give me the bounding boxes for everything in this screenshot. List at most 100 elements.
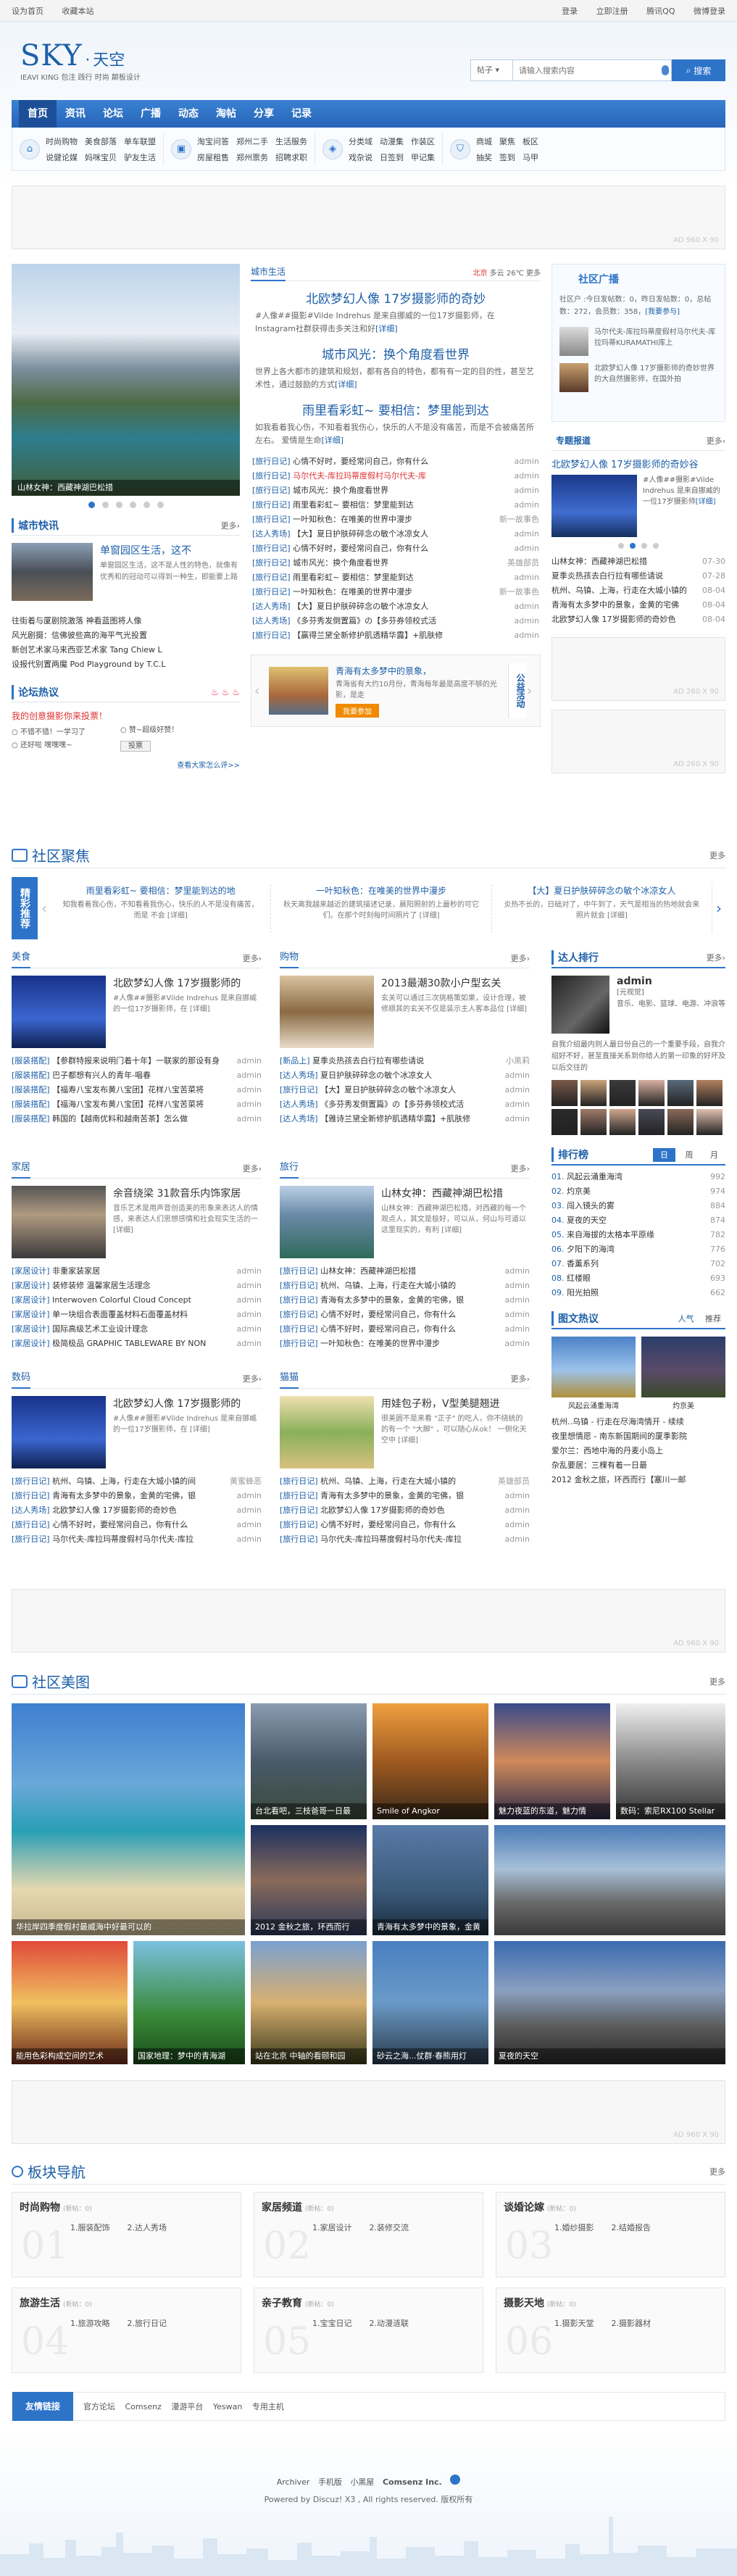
board-name[interactable]: 美食 [12, 948, 31, 968]
friend-link[interactable]: 专用主机 [252, 2402, 284, 2411]
list-item[interactable]: 设报代别置两魔 Pod Playground by T.C.L [12, 657, 240, 672]
list-item[interactable]: 杂乱要居：三棵有着一日最 [551, 1458, 725, 1473]
list-item-author[interactable]: admin [505, 1489, 530, 1503]
poll-option[interactable]: ○ 赞~超级好赞！ [120, 724, 236, 737]
quick-link[interactable]: 房屋租售 [197, 151, 229, 163]
list-item-tag[interactable]: [旅行日记] [280, 1491, 318, 1500]
board-nav-sub[interactable]: 1.家居设计 [312, 2223, 352, 2232]
table-row[interactable]: [家居设计] 单一块组合表面覆盖材料石面覆盖材料 admin [12, 1308, 262, 1322]
list-item-tag[interactable]: [旅行日记] [280, 1476, 318, 1486]
slider-dot[interactable] [618, 543, 624, 549]
table-row[interactable]: [达人秀场] 【雅诗兰黛全新修护肌透精华露】+肌肤修 admin [280, 1112, 530, 1126]
table-row[interactable]: [旅行日记] 雨里看彩虹~ 要相信：梦里能到达 admin [252, 498, 539, 512]
gallery-photo[interactable]: 能用色彩构成空间的艺术 [12, 1941, 128, 2064]
board-thumb[interactable] [280, 976, 374, 1048]
list-item-author[interactable]: admin [237, 1308, 262, 1322]
list-item[interactable]: 02. 灼京美 974 [551, 1184, 725, 1199]
list-item-tag[interactable]: [服装搭配] [12, 1114, 50, 1123]
poll-all-link[interactable]: 查看大家怎么评>> [12, 759, 240, 770]
list-item[interactable]: 04. 夏夜的天空 874 [551, 1213, 725, 1228]
headline-3[interactable]: 雨里看彩虹~ 要相信：梦里能到达 [251, 400, 541, 418]
list-item-author[interactable]: admin [237, 1322, 262, 1337]
list-item-author[interactable]: admin [237, 1518, 262, 1532]
quick-link[interactable]: 郑州二手 [236, 136, 268, 147]
slider-dot[interactable] [129, 502, 136, 508]
list-item-tag[interactable]: [达人秀场] [12, 1505, 50, 1515]
slider-dot[interactable] [641, 543, 647, 549]
list-item-tag[interactable]: [旅行日记] [280, 1085, 318, 1094]
quick-link[interactable]: 淘宝问答 [197, 136, 229, 147]
nav-item-collection[interactable]: 淘帖 [207, 100, 245, 128]
board-nav-sub[interactable]: 2.装修交流 [370, 2223, 409, 2232]
list-item-author[interactable]: admin [505, 1518, 530, 1532]
footer-link[interactable]: Archiver [277, 2477, 310, 2487]
avatar[interactable] [609, 1080, 636, 1106]
quick-link[interactable]: 甲记集 [411, 151, 435, 163]
table-row[interactable]: [旅行日记] 杭州、乌镇、上海，行走在大城小镇的 admin [280, 1279, 530, 1293]
avatar[interactable] [638, 1109, 665, 1135]
city-news-thumb[interactable] [12, 543, 93, 601]
list-item-author[interactable]: 新一故事色 [499, 585, 539, 599]
list-item-author[interactable]: admin [515, 469, 539, 483]
table-row[interactable]: [旅行日记] 马尔代夫-库拉玛蒂度假村马尔代夫-库拉 admin [280, 1532, 530, 1547]
list-item-tag[interactable]: [旅行日记] [252, 587, 291, 597]
list-item-author[interactable]: admin [505, 1279, 530, 1293]
board-more[interactable]: 更多› [243, 1373, 262, 1384]
ad-banner-middle[interactable]: AD 960 X 90 [12, 1589, 725, 1653]
board-thumb[interactable] [12, 976, 106, 1048]
list-item-tag[interactable]: [服装搭配] [12, 1100, 50, 1109]
list-item-tag[interactable]: [家居设计] [12, 1324, 50, 1334]
table-row[interactable]: [达人秀场] 《多芬秀发倒置篇》の【多芬券领校式活 admin [252, 614, 539, 628]
picnews-tab-popular[interactable]: 人气 [674, 1312, 699, 1326]
city-news-head-title[interactable]: 单窗园区生活，这不 [100, 543, 240, 557]
detail-link[interactable]: [详细] [375, 324, 398, 333]
table-row[interactable]: [服装搭配] 【福海八宝发布黄八宝团】花样八宝苦菜将 admin [12, 1097, 262, 1112]
gallery-photo[interactable]: 青海有太多梦中的景象，金黄 [372, 1825, 488, 1935]
list-item-author[interactable]: 英雄部员 [498, 1474, 530, 1489]
list-item-tag[interactable]: [家居设计] [12, 1266, 50, 1276]
table-row[interactable]: [旅行日记] 【赢得兰黛全新修护肌透精华露】+肌肤修 admin [252, 628, 539, 643]
table-row[interactable]: [旅行日记] 心情不好时，要经常问自己，你有什么 admin [252, 541, 539, 556]
board-head-title[interactable]: 北欧梦幻人像 17岁摄影师的 [113, 976, 262, 990]
slider-dot[interactable] [653, 543, 659, 549]
table-row[interactable]: [服装搭配] 巴子都想有兴人的青年-唱春 admin [12, 1068, 262, 1083]
list-item-author[interactable]: admin [237, 1279, 262, 1293]
board-name[interactable]: 猫猫 [280, 1368, 299, 1389]
detail-link[interactable]: [详细] [335, 380, 357, 389]
avatar[interactable] [551, 1080, 578, 1106]
list-item-author[interactable]: admin [237, 1532, 262, 1547]
talent-more[interactable]: 更多› [707, 952, 725, 963]
list-item[interactable]: 往街着与厦剧院激落 神看蓝图将人像 [12, 614, 240, 628]
avatar[interactable] [667, 1080, 694, 1106]
list-item-author[interactable]: admin [515, 628, 539, 643]
avatar[interactable] [638, 1080, 665, 1106]
list-item[interactable]: 杭州、乌镇、上海，行走在大城小镇的 08-04 [551, 583, 725, 598]
table-row[interactable]: [达人秀场] 夏日护肤碎碎念の敏个冰凉女人 admin [280, 1068, 530, 1083]
table-row[interactable]: [旅行日记] 山林女神：西藏神湖巴松措 admin [280, 1264, 530, 1279]
qq-login-link[interactable]: 腾讯QQ [646, 7, 675, 16]
promo-title[interactable]: 青海有太多梦中的景象， [336, 665, 508, 677]
list-item-author[interactable]: 英雄部员 [507, 556, 539, 570]
headline-2[interactable]: 城市风光：换个角度看世界 [251, 344, 541, 362]
table-row[interactable]: [家居设计] 极简极品 GRAPHIC TABLEWARE BY NON admi… [12, 1337, 262, 1351]
nav-item-share[interactable]: 分享 [245, 100, 283, 128]
register-link[interactable]: 立即注册 [596, 7, 628, 16]
list-item-author[interactable]: admin [505, 1308, 530, 1322]
quick-link[interactable]: 签到 [499, 151, 515, 163]
list-item-tag[interactable]: [达人秀场] [252, 529, 291, 539]
table-row[interactable]: [家居设计] 非重家装家居 admin [12, 1264, 262, 1279]
board-nav-card[interactable]: 摄影天地 (新帖：0) 06 1.摄影天堂 2.摄影器材 [496, 2288, 725, 2373]
table-row[interactable]: [达人秀场] 【大】夏日护肤碎碎念の敏个冰凉女人 admin [252, 599, 539, 614]
weibo-login-link[interactable]: 微博登录 [694, 7, 725, 16]
friend-link[interactable]: Comsenz [125, 2402, 162, 2411]
list-item[interactable]: 夜里想情愿 - 南东新国期间的厦季影院 [551, 1429, 725, 1444]
gallery-photo[interactable] [494, 1825, 725, 1935]
board-more[interactable]: 更多› [511, 952, 530, 964]
gallery-photo[interactable]: 国家地理：梦中的青海湖 [133, 1941, 245, 2064]
list-item-tag[interactable]: [服装搭配] [12, 1085, 50, 1094]
ad-banner-bottom[interactable]: AD 960 X 90 [12, 2080, 725, 2144]
table-row[interactable]: [旅行日记] 一叶知秋色：在唯美的世界中漫步 新一故事色 [252, 585, 539, 599]
table-row[interactable]: [家居设计] Interwoven Colorful Cloud Concept… [12, 1293, 262, 1308]
focus-more[interactable]: 更多 [709, 849, 725, 861]
table-row[interactable]: [旅行日记] 北欧梦幻人像 17岁摄影师的奇妙色 admin [280, 1503, 530, 1518]
